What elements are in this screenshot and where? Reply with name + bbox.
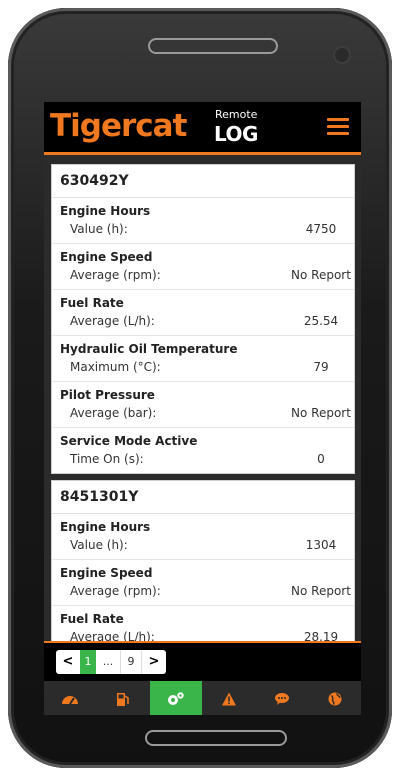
metric-row: Fuel Rate Average (L/h): 25.54 — [52, 290, 354, 336]
prev-page-button[interactable]: < — [56, 650, 80, 674]
current-page[interactable]: 1 — [80, 650, 96, 674]
pagination: < 1 ... 9 > — [56, 650, 166, 674]
tigercat-logo: Tigercat — [50, 108, 187, 144]
next-page-button[interactable]: > — [142, 650, 166, 674]
tab-dashboard[interactable] — [44, 681, 97, 715]
gears-icon — [168, 692, 184, 705]
metric-label: Average (rpm): — [70, 584, 161, 598]
remotelog-logo-top: Remote — [215, 108, 258, 121]
metric-row: Engine Hours Value (h): 1304 — [52, 514, 354, 560]
metric-row: Hydraulic Oil Temperature Maximum (°C): … — [52, 336, 354, 382]
metric-row: Service Mode Active Time On (s): 0 — [52, 428, 354, 473]
metric-name: Engine Hours — [60, 520, 151, 534]
page-ellipsis: ... — [102, 655, 114, 668]
tab-messages[interactable] — [255, 681, 308, 715]
globe-icon — [328, 692, 342, 706]
bottom-tab-bar — [44, 681, 361, 715]
phone-frame: Tigercat Remote LOG 630492Y Engine Hours… — [8, 8, 392, 768]
metric-value: 1304 — [305, 538, 337, 552]
metric-label: Maximum (°C): — [70, 360, 161, 374]
metric-name: Service Mode Active — [60, 434, 198, 448]
hamburger-menu-icon[interactable] — [327, 118, 349, 136]
app-screen: Tigercat Remote LOG 630492Y Engine Hours… — [44, 102, 361, 715]
metric-row: Engine Speed Average (rpm): No Report — [52, 244, 354, 290]
bottom-bar: < 1 ... 9 > — [44, 641, 361, 715]
machine-card: 8451301Y Engine Hours Value (h): 1304 En… — [52, 481, 354, 641]
metric-label: Average (L/h): — [70, 630, 155, 641]
speaker-grille — [148, 38, 278, 54]
metric-value: 79 — [313, 360, 329, 374]
tab-settings[interactable] — [149, 681, 203, 715]
metric-row: Engine Speed Average (rpm): No Report — [52, 560, 354, 606]
metric-name: Engine Hours — [60, 204, 151, 218]
front-camera — [333, 46, 351, 64]
app-header: Tigercat Remote LOG — [44, 102, 361, 155]
metric-value: No Report — [291, 584, 351, 598]
metric-value: 25.54 — [303, 314, 339, 328]
tab-alerts[interactable] — [202, 681, 255, 715]
metric-label: Average (bar): — [70, 406, 157, 420]
metric-value: 4750 — [305, 222, 337, 236]
metric-label: Value (h): — [70, 222, 128, 236]
metric-value: No Report — [291, 406, 351, 420]
metric-name: Fuel Rate — [60, 612, 124, 626]
machine-card: 630492Y Engine Hours Value (h): 4750 Eng… — [52, 165, 354, 473]
metric-label: Average (rpm): — [70, 268, 161, 282]
metric-name: Pilot Pressure — [60, 388, 155, 402]
metric-name: Fuel Rate — [60, 296, 124, 310]
metric-row: Pilot Pressure Average (bar): No Report — [52, 382, 354, 428]
machine-id: 630492Y — [52, 165, 354, 198]
metric-name: Engine Speed — [60, 250, 153, 264]
metric-name: Hydraulic Oil Temperature — [60, 342, 238, 356]
machine-list[interactable]: 630492Y Engine Hours Value (h): 4750 Eng… — [44, 155, 361, 641]
home-button[interactable] — [145, 730, 287, 746]
warning-icon — [221, 692, 236, 706]
metric-label: Value (h): — [70, 538, 128, 552]
metric-value: 0 — [317, 452, 325, 466]
remotelog-logo-bottom: LOG — [214, 122, 258, 146]
chat-bubble-icon — [274, 693, 289, 705]
metric-label: Time On (s): — [70, 452, 144, 466]
last-page-button[interactable]: 9 — [120, 650, 142, 674]
metric-name: Engine Speed — [60, 566, 153, 580]
tab-fuel[interactable] — [97, 681, 150, 715]
metric-row: Fuel Rate Average (L/h): 28.19 — [52, 606, 354, 641]
metric-label: Average (L/h): — [70, 314, 155, 328]
metric-value: No Report — [291, 268, 351, 282]
fuel-pump-icon — [117, 693, 130, 706]
metric-value: 28.19 — [303, 630, 339, 641]
tab-map[interactable] — [308, 681, 361, 715]
machine-id: 8451301Y — [52, 481, 354, 514]
dashboard-gauge-icon — [62, 696, 79, 705]
metric-row: Engine Hours Value (h): 4750 — [52, 198, 354, 244]
